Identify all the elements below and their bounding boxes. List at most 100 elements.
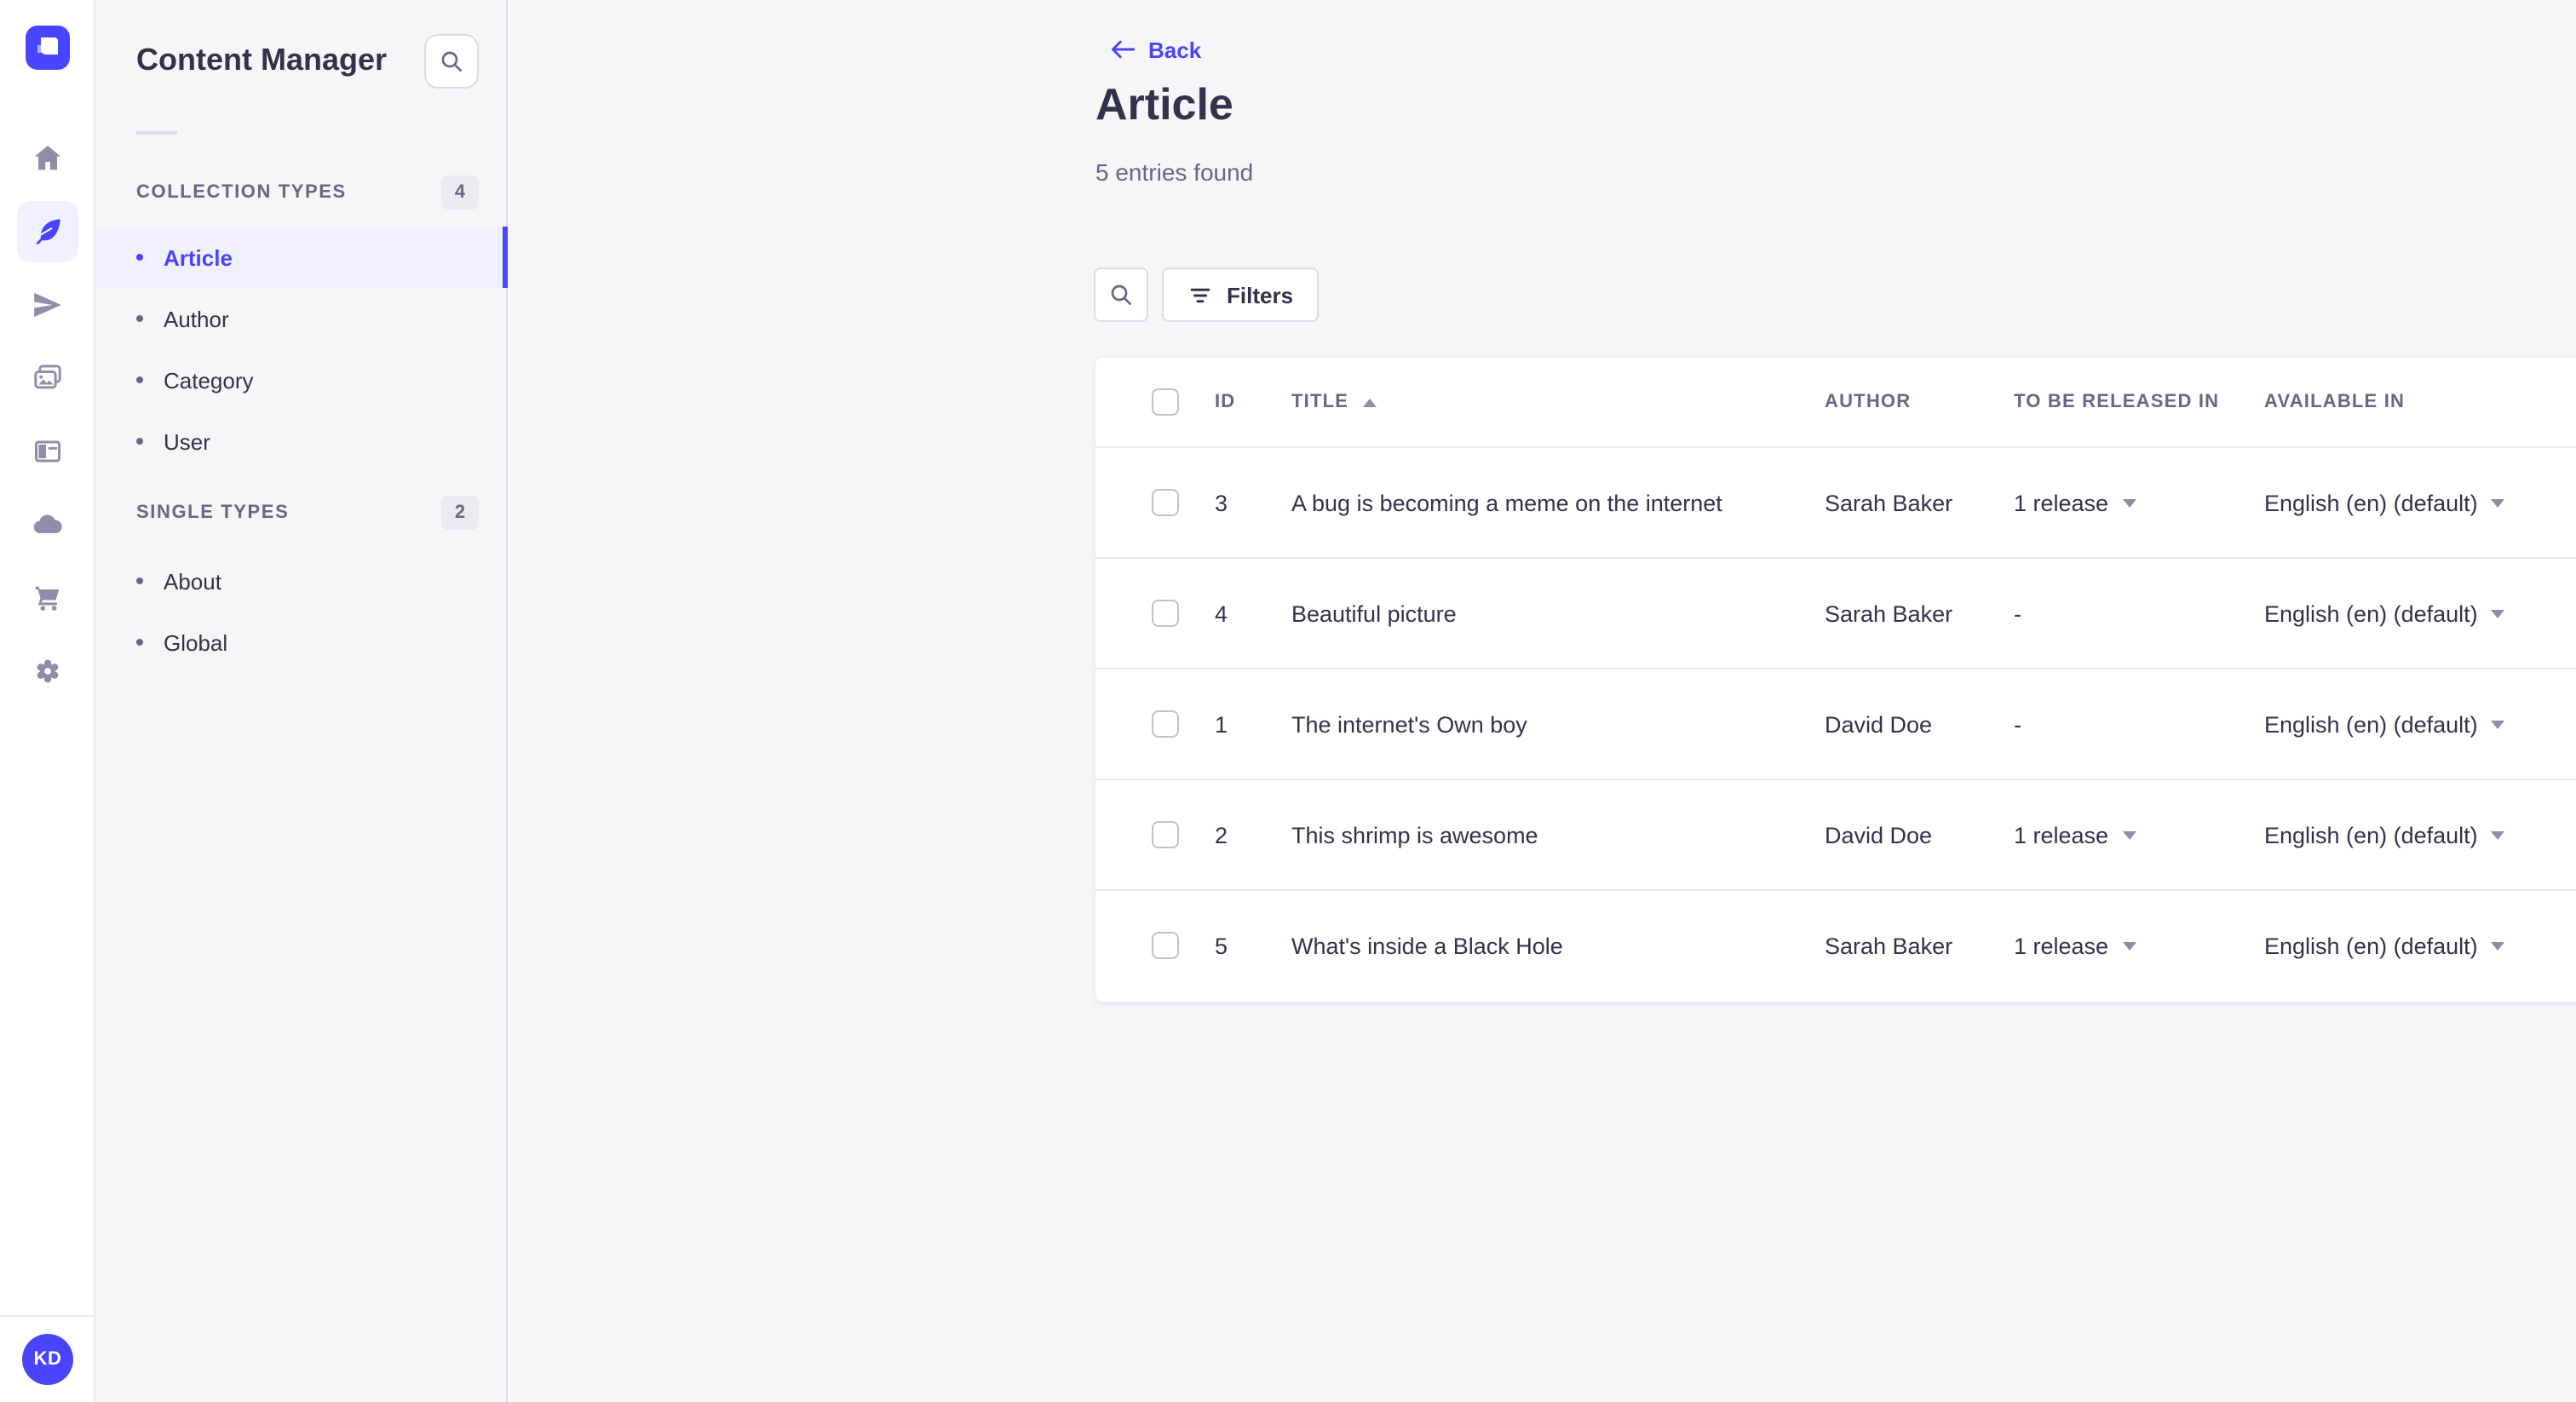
table-header-row: ID TITLE AUTHOR TO BE RELEASED IN AVAILA…	[1095, 358, 2576, 446]
row-checkbox[interactable]	[1152, 932, 1179, 959]
settings-gear-icon[interactable]	[17, 641, 78, 702]
cell-released: -	[2014, 711, 2021, 737]
row-checkbox[interactable]	[1152, 710, 1179, 738]
bullet-icon	[136, 438, 143, 445]
sidebar-item-category[interactable]: Category	[95, 349, 506, 411]
table-row[interactable]: 3 A bug is becoming a meme on the intern…	[1095, 446, 2576, 557]
cell-available[interactable]: English (en) (default)	[2264, 933, 2576, 958]
filters-button[interactable]: Filters	[1162, 267, 1320, 322]
sidebar-item-article[interactable]: Article	[95, 227, 508, 288]
sort-ascending-icon[interactable]	[1362, 398, 1377, 406]
app-root: KD Content Manager COLLECTION TYPES 4 Ar…	[0, 0, 2576, 1402]
sidebar-item-global[interactable]: Global	[95, 612, 506, 673]
row-checkbox[interactable]	[1152, 821, 1179, 848]
cell-available[interactable]: English (en) (default)	[2264, 711, 2576, 737]
sidebar-item-label: Category	[164, 367, 254, 393]
content-manager-feather-icon[interactable]	[17, 201, 78, 262]
select-all-checkbox[interactable]	[1152, 388, 1179, 416]
filter-icon	[1190, 287, 1210, 302]
row-checkbox[interactable]	[1152, 600, 1179, 627]
chevron-down-icon	[2491, 498, 2505, 507]
entries-table: ID TITLE AUTHOR TO BE RELEASED IN AVAILA…	[1095, 358, 2576, 1002]
row-checkbox[interactable]	[1152, 489, 1179, 516]
home-icon[interactable]	[17, 128, 78, 189]
sidebar-item-label: Article	[164, 244, 233, 270]
cell-available[interactable]: English (en) (default)	[2264, 600, 2576, 626]
user-avatar[interactable]: KD	[22, 1334, 73, 1385]
column-header-released[interactable]: TO BE RELEASED IN	[2014, 392, 2264, 412]
cell-author: Sarah Baker	[1825, 490, 1953, 515]
filters-label: Filters	[1227, 282, 1294, 307]
back-label: Back	[1148, 37, 1202, 62]
cell-released[interactable]: 1 release	[2014, 822, 2264, 848]
table-row[interactable]: 2 This shrimp is awesome David Doe 1 rel…	[1095, 779, 2576, 889]
chevron-down-icon	[2491, 720, 2505, 728]
chevron-down-icon	[2122, 498, 2136, 507]
single-types-list: About Global	[95, 550, 506, 673]
cell-released: -	[2014, 600, 2021, 626]
cell-available[interactable]: English (en) (default)	[2264, 822, 2576, 848]
rail-nav	[0, 116, 95, 714]
cell-released[interactable]: 1 release	[2014, 490, 2264, 515]
cell-author: Sarah Baker	[1825, 933, 1953, 958]
collection-types-list: Article Author Category User	[95, 227, 508, 472]
chevron-down-icon	[2491, 609, 2505, 618]
sidebar-item-author[interactable]: Author	[95, 288, 506, 349]
sidebar-item-label: About	[164, 568, 221, 594]
back-link[interactable]: Back	[1107, 36, 1201, 63]
releases-paper-plane-icon[interactable]	[17, 274, 78, 336]
collection-types-count-badge: 4	[441, 175, 479, 210]
sidebar-item-label: Author	[164, 306, 229, 331]
search-icon	[1111, 284, 1131, 305]
marketplace-cart-icon[interactable]	[17, 567, 78, 629]
cell-title: This shrimp is awesome	[1291, 822, 1538, 848]
bullet-icon	[136, 577, 143, 584]
sidebar-item-user[interactable]: User	[95, 411, 506, 472]
arrow-left-icon	[1111, 40, 1135, 59]
cell-released[interactable]: 1 release	[2014, 933, 2264, 958]
single-types-label: SINGLE TYPES	[136, 503, 290, 523]
sidebar-divider	[136, 131, 177, 135]
column-header-author[interactable]: AUTHOR	[1825, 392, 2014, 412]
column-header-available[interactable]: AVAILABLE IN	[2264, 392, 2576, 412]
cell-id: 2	[1215, 822, 1228, 848]
table-row[interactable]: 5 What's inside a Black Hole Sarah Baker…	[1095, 889, 2576, 1000]
column-header-id[interactable]: ID	[1215, 392, 1291, 412]
table-row[interactable]: 4 Beautiful picture Sarah Baker - Englis…	[1095, 557, 2576, 668]
table-search-button[interactable]	[1094, 267, 1148, 322]
cell-author: David Doe	[1825, 711, 1933, 737]
media-library-images-icon[interactable]	[17, 348, 78, 409]
page-title: Article	[1095, 78, 1233, 129]
cell-author: David Doe	[1825, 822, 1933, 848]
rail-footer: KD	[0, 1315, 95, 1402]
content-manager-sidebar: Content Manager COLLECTION TYPES 4 Artic…	[95, 0, 508, 1402]
cell-available[interactable]: English (en) (default)	[2264, 490, 2576, 515]
collection-types-header: COLLECTION TYPES 4	[95, 175, 506, 210]
cell-author: Sarah Baker	[1825, 600, 1953, 626]
table-row[interactable]: 1 The internet's Own boy David Doe - Eng…	[1095, 668, 2576, 779]
strapi-logo-glyph	[37, 37, 58, 55]
column-header-title[interactable]: TITLE	[1291, 392, 1825, 412]
cell-id: 1	[1215, 711, 1228, 737]
sidebar-search-button[interactable]	[424, 34, 479, 89]
deploy-cloud-icon[interactable]	[17, 494, 78, 555]
sidebar-item-about[interactable]: About	[95, 550, 506, 612]
chevron-down-icon	[2122, 830, 2136, 839]
chevron-down-icon	[2122, 941, 2136, 950]
single-types-header: SINGLE TYPES 2	[95, 496, 506, 530]
chevron-down-icon	[2491, 830, 2505, 839]
cell-id: 4	[1215, 600, 1228, 626]
strapi-logo[interactable]	[26, 26, 70, 70]
sidebar-title: Content Manager	[136, 43, 388, 77]
cell-id: 5	[1215, 933, 1228, 958]
cell-title: A bug is becoming a meme on the internet	[1291, 490, 1722, 515]
bullet-icon	[136, 639, 143, 646]
content-type-builder-layout-icon[interactable]	[17, 421, 78, 482]
app-rail: KD	[0, 0, 95, 1402]
cell-title: The internet's Own boy	[1291, 711, 1527, 737]
bullet-icon	[136, 254, 143, 261]
main-content: Back Article 5 entries found Create new …	[508, 0, 2576, 1402]
cell-title: Beautiful picture	[1291, 600, 1457, 626]
entries-count: 5 entries found	[1095, 158, 1254, 186]
sidebar-item-label: Global	[164, 629, 228, 655]
